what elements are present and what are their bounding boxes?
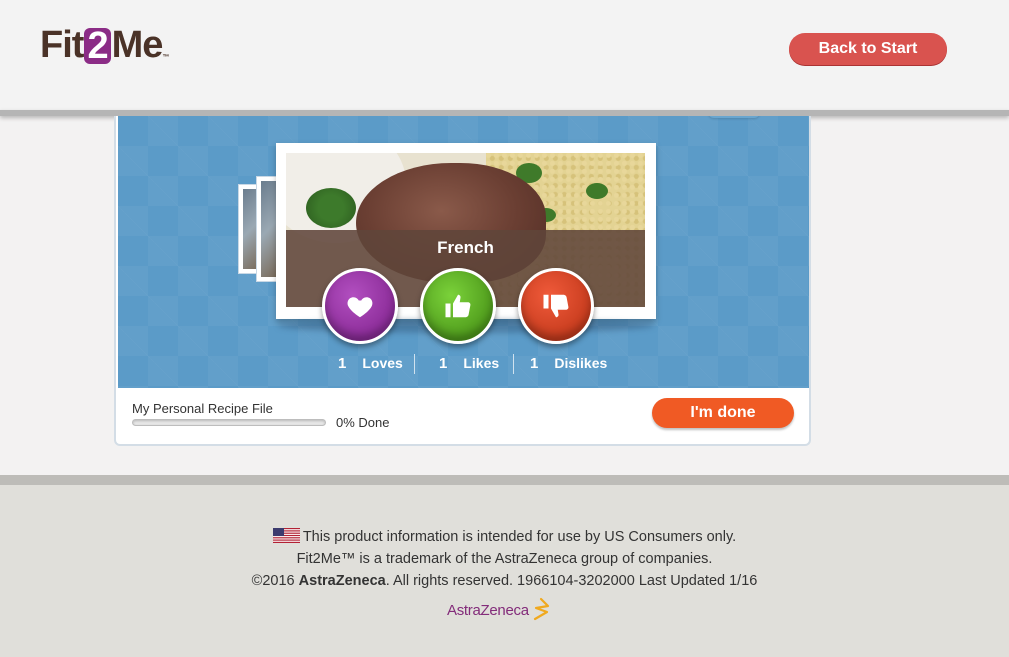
likes-count-label: Likes [463,355,500,371]
im-done-button[interactable]: I'm done [652,398,794,428]
astrazeneca-symbol-icon [533,597,549,621]
count-divider [414,354,415,374]
astrazeneca-logo: AstraZeneca [447,595,552,625]
loves-count: 1 Loves [338,352,403,374]
logo-text-2: 2 [84,27,111,65]
fit2me-logo: Fit 2 Me ™ [40,24,169,67]
reaction-counts: 1 Loves 1 Likes 1 Dislikes [118,352,809,374]
likes-count: 1 Likes [439,352,499,374]
recipe-swipe-panel: French 1 Loves 1 Likes 1 Dislikes My Per… [114,116,811,446]
progress-bar [132,419,326,426]
logo-text-me: Me [111,24,164,66]
us-flag-icon [272,528,300,543]
count-divider [513,354,514,374]
header: Fit 2 Me ™ Back to Start [0,0,1009,110]
footer-copyright: ©2016 AstraZeneca. All rights reserved. … [0,573,1009,589]
thumbs-up-icon [445,294,471,318]
progress-percent-text: 0% Done [336,415,390,430]
logo-text-fit: Fit [40,24,84,66]
loves-count-number: 1 [338,354,347,372]
astrazeneca-logo-text: AstraZeneca [447,601,529,619]
like-button[interactable] [420,268,496,344]
footer: This product information is intended for… [0,485,1009,657]
dislikes-count-label: Dislikes [554,355,608,371]
copyright-brand: AstraZeneca [298,573,386,589]
copyright-prefix: ©2016 [251,573,299,589]
footer-trademark: Fit2Me™ is a trademark of the AstraZenec… [296,551,713,567]
back-to-start-button[interactable]: Back to Start [789,33,947,65]
recipe-cuisine-label: French [437,238,494,257]
love-button[interactable] [322,268,398,344]
footer-disclaimer-text: This product information is intended for… [302,529,737,545]
likes-count-number: 1 [439,354,448,372]
dislikes-count: 1 Dislikes [530,352,607,374]
heart-icon [347,297,373,318]
stage-tab [708,116,760,118]
footer-disclaimer: This product information is intended for… [0,528,1009,545]
copyright-suffix: . All rights reserved. 1966104-3202000 L… [385,573,758,589]
dislikes-count-number: 1 [530,354,539,372]
logo-trademark: ™ [162,54,170,61]
thumbs-down-icon [543,294,569,318]
footer-divider [0,475,1009,485]
loves-count-label: Loves [362,355,403,371]
recipe-stage: French 1 Loves 1 Likes 1 Dislikes [118,116,809,388]
dislike-button[interactable] [518,268,594,344]
progress-label: My Personal Recipe File [132,401,273,416]
